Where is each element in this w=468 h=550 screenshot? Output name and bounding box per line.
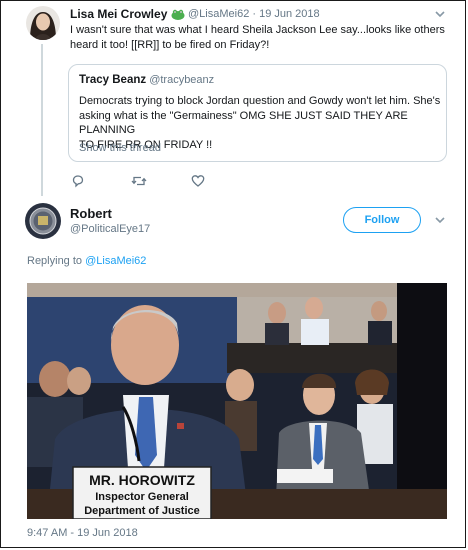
like-icon[interactable] (191, 174, 205, 188)
quoted-display-name: Tracy Beanz (79, 74, 147, 86)
tweet-text-line: I wasn't sure that was what I heard Shei… (70, 24, 445, 36)
tweet-photo[interactable]: MR. HOROWITZ Inspector General Departmen… (27, 283, 447, 519)
handle-date-lisa: @LisaMei62 · 19 Jun 2018 (188, 8, 320, 20)
display-name-lisa[interactable]: Lisa Mei Crowley (70, 7, 167, 21)
tweet-text-line: heard it too! [[RR]] to be fired on Frid… (70, 38, 270, 51)
follow-button[interactable]: Follow (343, 207, 421, 233)
replying-to-label: Replying to (27, 255, 86, 267)
handle-robert: @PoliticalEye17 (70, 223, 151, 235)
thread-connector-line (41, 44, 43, 196)
display-name-robert[interactable]: Robert (70, 206, 112, 221)
placard-name: MR. HOROWITZ (89, 472, 195, 488)
avatar-lisa[interactable] (26, 6, 60, 40)
reply-icon[interactable] (71, 174, 85, 188)
hearing-photo-illustration: MR. HOROWITZ Inspector General Departmen… (27, 283, 447, 519)
tweet-text-lisa: I wasn't sure that was what I heard Shei… (70, 23, 450, 52)
replying-to: Replying to @LisaMei62 (27, 255, 146, 267)
tweet-timestamp[interactable]: 9:47 AM - 19 Jun 2018 (27, 527, 138, 539)
chevron-down-icon[interactable] (433, 213, 447, 227)
replying-to-handle-link[interactable]: @LisaMei62 (85, 255, 146, 267)
avatar-robert[interactable] (25, 203, 61, 239)
quoted-handle: @tracybeanz (149, 74, 215, 86)
chevron-down-icon[interactable] (433, 7, 447, 21)
quoted-text-line: Democrats trying to block Jordan questio… (79, 95, 441, 107)
placard-title: Inspector General (95, 491, 189, 503)
frog-emoji-icon (171, 7, 185, 20)
retweet-icon[interactable] (131, 174, 147, 188)
placard-department: Department of Justice (84, 505, 200, 517)
show-this-thread-link[interactable]: Show this thread (79, 142, 161, 154)
quoted-tweet-card[interactable]: Tracy Beanz @tracybeanz Democrats trying… (68, 64, 447, 162)
quoted-text-line: asking what is the "Germainess" OMG SHE … (79, 109, 408, 137)
quoted-author: Tracy Beanz @tracybeanz (79, 74, 214, 86)
